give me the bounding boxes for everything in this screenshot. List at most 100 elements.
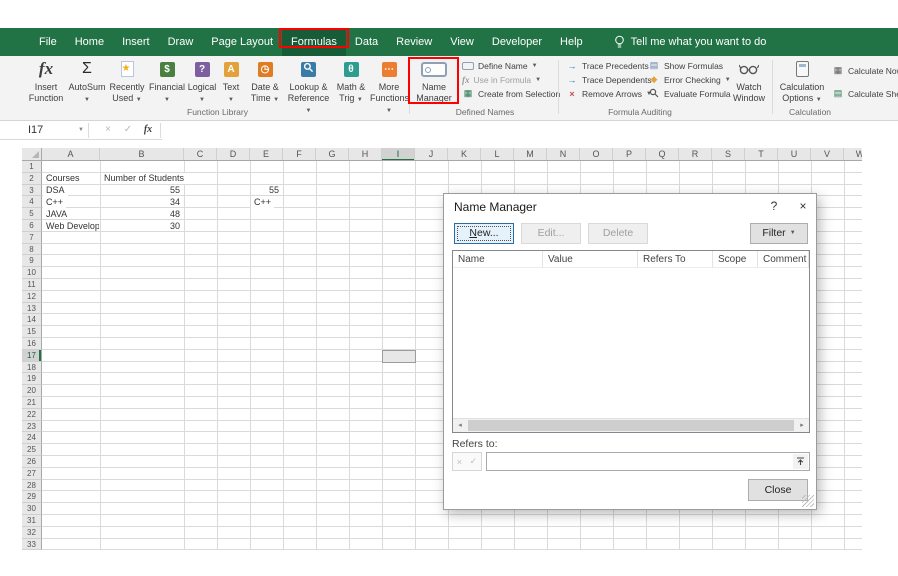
row-header-14[interactable]: 14 <box>22 314 42 327</box>
tell-me-box[interactable]: Tell me what you want to do <box>614 28 766 56</box>
column-header-K[interactable]: K <box>448 148 481 160</box>
column-header-V[interactable]: V <box>811 148 844 160</box>
selected-cell[interactable] <box>382 349 416 363</box>
trace-dependents-button[interactable]: → Trace Dependents <box>566 73 652 86</box>
column-header-L[interactable]: L <box>481 148 514 160</box>
row-header-20[interactable]: 20 <box>22 385 42 397</box>
column-header-P[interactable]: P <box>613 148 646 160</box>
horizontal-scrollbar[interactable]: ◂ ▸ <box>453 418 809 432</box>
row-header-28[interactable]: 28 <box>22 479 42 492</box>
tab-home[interactable]: Home <box>66 28 113 56</box>
cell-A3[interactable]: DSA <box>43 185 68 196</box>
insert-function-fx-icon[interactable]: fx <box>140 121 156 139</box>
row-header-17[interactable]: 17 <box>22 349 42 362</box>
row-header-32[interactable]: 32 <box>22 526 42 539</box>
dialog-help-button[interactable]: ? <box>762 199 786 213</box>
row-header-16[interactable]: 16 <box>22 338 42 350</box>
calculate-sheet-button[interactable]: ▤ Calculate Sheet <box>832 87 898 100</box>
list-header-comment[interactable]: Comment <box>758 251 809 268</box>
column-header-A[interactable]: A <box>42 148 100 160</box>
column-header-D[interactable]: D <box>217 148 250 160</box>
column-header-I[interactable]: I <box>382 148 415 160</box>
row-header-9[interactable]: 9 <box>22 255 42 268</box>
new-button[interactable]: New... <box>454 223 514 244</box>
watch-window-button[interactable]: Watch Window <box>728 58 770 116</box>
row-header-24[interactable]: 24 <box>22 432 42 445</box>
select-all-corner[interactable] <box>22 148 42 161</box>
cell-B4[interactable]: 34 <box>101 197 183 209</box>
column-header-C[interactable]: C <box>184 148 217 160</box>
list-header-name[interactable]: Name <box>453 251 543 268</box>
cell-A2[interactable]: Courses <box>43 173 83 184</box>
row-header-26[interactable]: 26 <box>22 456 42 468</box>
column-header-E[interactable]: E <box>250 148 283 160</box>
row-header-21[interactable]: 21 <box>22 397 42 409</box>
row-header-23[interactable]: 23 <box>22 420 42 433</box>
column-header-U[interactable]: U <box>778 148 811 160</box>
tab-data[interactable]: Data <box>346 28 387 56</box>
column-header-W[interactable]: W <box>844 148 862 160</box>
column-header-S[interactable]: S <box>712 148 745 160</box>
column-header-M[interactable]: M <box>514 148 547 160</box>
error-checking-button[interactable]: ◆ Error Checking ▼ <box>648 73 731 86</box>
column-header-T[interactable]: T <box>745 148 778 160</box>
column-header-B[interactable]: B <box>100 148 184 160</box>
tab-review[interactable]: Review <box>387 28 441 56</box>
create-from-selection-button[interactable]: ▦ Create from Selection <box>462 87 560 100</box>
filter-button[interactable]: Filter ▼ <box>750 223 808 244</box>
remove-arrows-button[interactable]: × Remove Arrows ▼ <box>566 87 652 100</box>
cell-B6[interactable]: 30 <box>101 221 183 233</box>
dialog-close-button[interactable]: × <box>791 199 815 213</box>
use-in-formula-button[interactable]: fx Use in Formula ▼ <box>462 73 541 86</box>
list-header-refers-to[interactable]: Refers To <box>638 251 713 268</box>
column-header-F[interactable]: F <box>283 148 316 160</box>
row-header-25[interactable]: 25 <box>22 444 42 456</box>
row-header-15[interactable]: 15 <box>22 326 42 338</box>
row-header-6[interactable]: 6 <box>22 220 42 232</box>
edit-button[interactable]: Edit... <box>521 223 581 244</box>
tab-page-layout[interactable]: Page Layout <box>202 28 282 56</box>
row-header-11[interactable]: 11 <box>22 279 42 291</box>
row-header-13[interactable]: 13 <box>22 302 42 315</box>
row-header-12[interactable]: 12 <box>22 290 42 303</box>
row-header-3[interactable]: 3 <box>22 184 42 197</box>
row-header-30[interactable]: 30 <box>22 503 42 515</box>
row-header-7[interactable]: 7 <box>22 231 42 244</box>
row-header-1[interactable]: 1 <box>22 161 42 173</box>
tab-view[interactable]: View <box>441 28 483 56</box>
column-header-J[interactable]: J <box>415 148 448 160</box>
column-header-R[interactable]: R <box>679 148 712 160</box>
column-header-G[interactable]: G <box>316 148 349 160</box>
define-name-button[interactable]: Define Name ▼ <box>462 59 538 72</box>
tab-insert[interactable]: Insert <box>113 28 159 56</box>
row-header-10[interactable]: 10 <box>22 267 42 279</box>
cell-A5[interactable]: JAVA <box>43 208 71 220</box>
row-header-5[interactable]: 5 <box>22 208 42 220</box>
row-header-19[interactable]: 19 <box>22 373 42 386</box>
row-header-27[interactable]: 27 <box>22 467 42 480</box>
names-list[interactable]: Name Value Refers To Scope Comment ◂ ▸ <box>452 250 810 433</box>
row-header-4[interactable]: 4 <box>22 196 42 209</box>
evaluate-formula-button[interactable]: Evaluate Formula <box>648 87 731 100</box>
delete-button[interactable]: Delete <box>588 223 648 244</box>
cell-A6[interactable]: Web Development <box>43 221 99 233</box>
row-header-2[interactable]: 2 <box>22 172 42 185</box>
column-header-N[interactable]: N <box>547 148 580 160</box>
resize-grip[interactable] <box>802 495 814 507</box>
row-header-18[interactable]: 18 <box>22 361 42 374</box>
close-button[interactable]: Close <box>748 479 808 501</box>
tab-draw[interactable]: Draw <box>159 28 203 56</box>
name-box-dropdown-icon[interactable]: ▼ <box>78 121 84 140</box>
calculate-now-button[interactable]: ▦ Calculate Now <box>832 64 898 77</box>
cell-B5[interactable]: 48 <box>101 209 183 221</box>
formula-input[interactable] <box>162 121 898 140</box>
name-box[interactable]: I17 ▼ <box>22 121 88 140</box>
cell-A4[interactable]: C++ <box>43 197 67 208</box>
cell-E4[interactable]: C++ <box>251 197 275 208</box>
tab-developer[interactable]: Developer <box>483 28 551 56</box>
list-header-scope[interactable]: Scope <box>713 251 758 268</box>
row-header-33[interactable]: 33 <box>22 538 42 551</box>
row-header-29[interactable]: 29 <box>22 491 42 504</box>
trace-precedents-button[interactable]: → Trace Precedents <box>566 59 649 72</box>
row-header-22[interactable]: 22 <box>22 408 42 421</box>
